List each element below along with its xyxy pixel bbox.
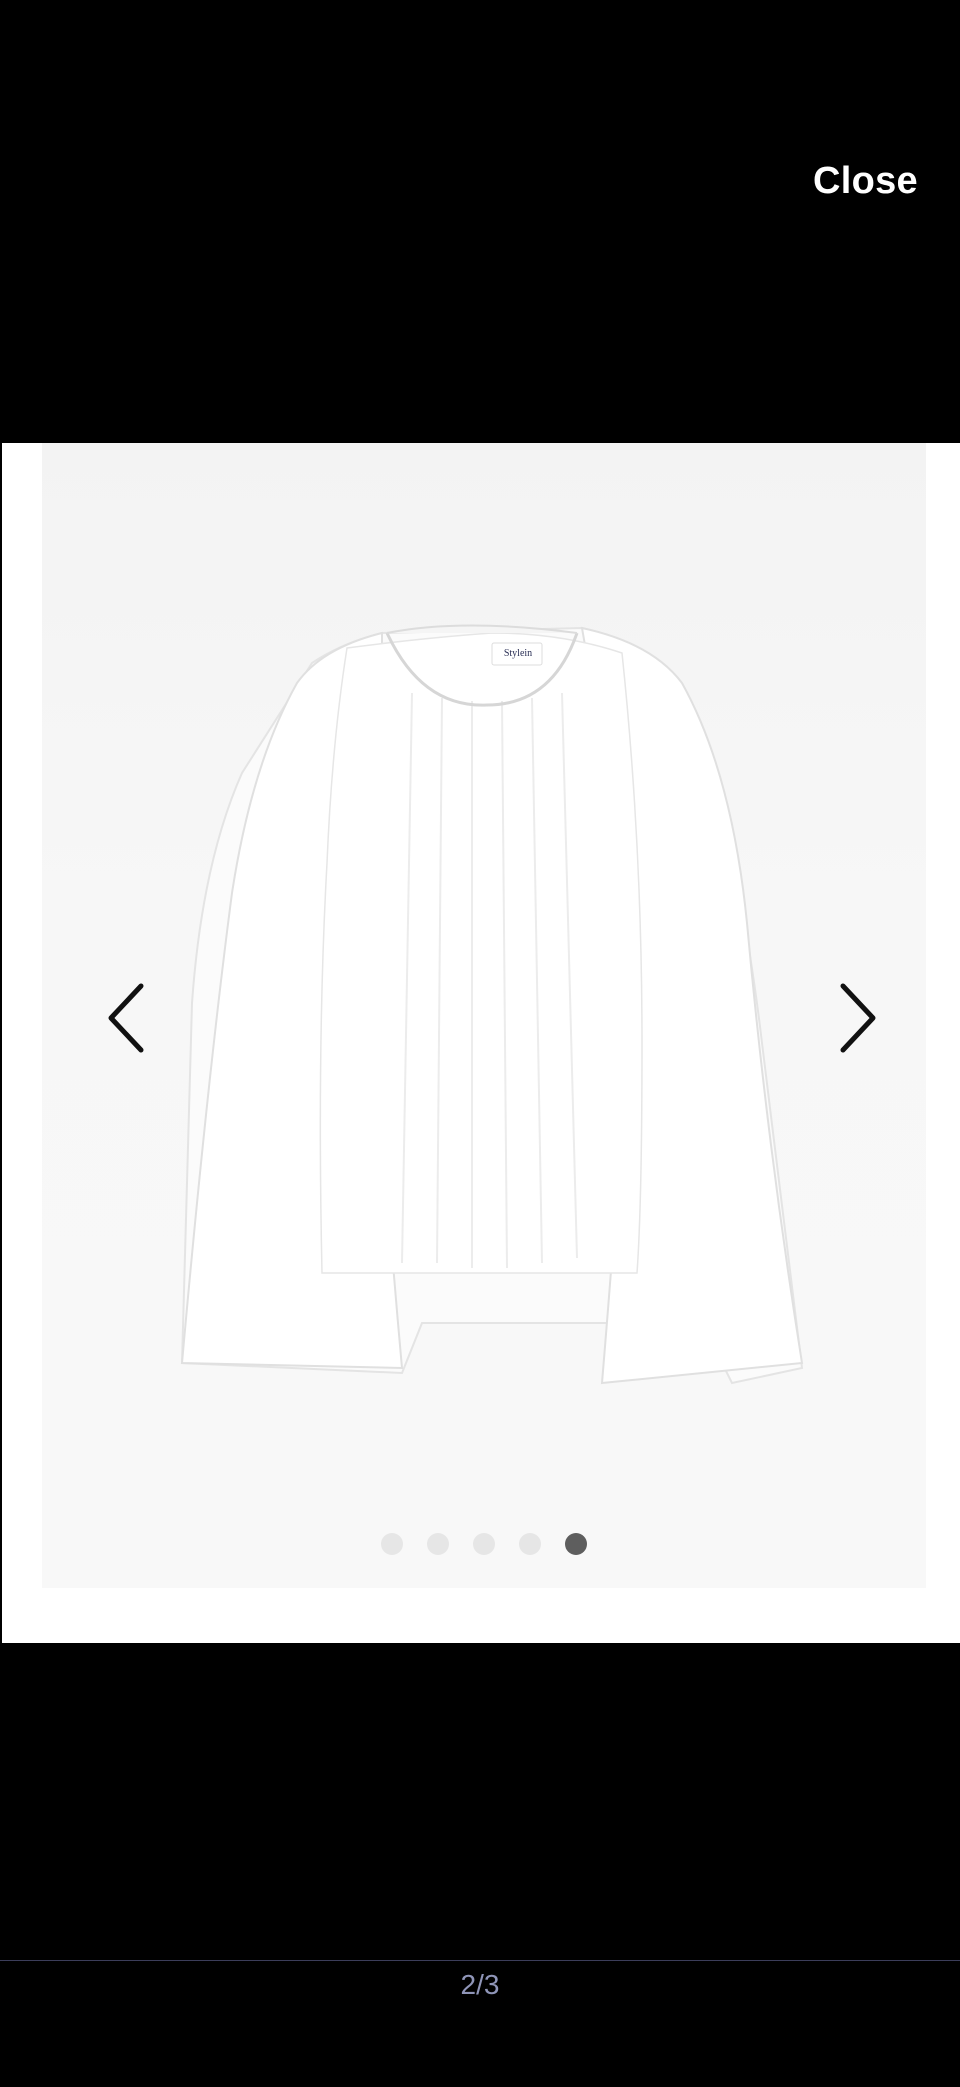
image-viewer: Close Stylein 2/3: [0, 0, 960, 2087]
image-counter: 2/3: [460, 1969, 500, 2000]
next-image-button[interactable]: [822, 963, 892, 1073]
carousel-dot-4[interactable]: [519, 1533, 541, 1555]
blouse-illustration: [180, 624, 804, 1385]
product-image: Stylein: [42, 443, 926, 1588]
brand-label-text: Stylein: [503, 648, 533, 659]
footer-divider: [0, 1960, 960, 1961]
chevron-left-icon: [108, 983, 144, 1053]
carousel-indicators: [42, 1533, 926, 1555]
carousel-dot-1[interactable]: [381, 1533, 403, 1555]
image-panel: Stylein: [2, 443, 960, 1643]
chevron-right-icon: [840, 983, 876, 1053]
carousel-dot-2[interactable]: [427, 1533, 449, 1555]
carousel-dot-5[interactable]: [565, 1533, 587, 1555]
carousel-dot-3[interactable]: [473, 1533, 495, 1555]
previous-image-button[interactable]: [92, 963, 162, 1073]
close-button[interactable]: Close: [813, 160, 918, 203]
